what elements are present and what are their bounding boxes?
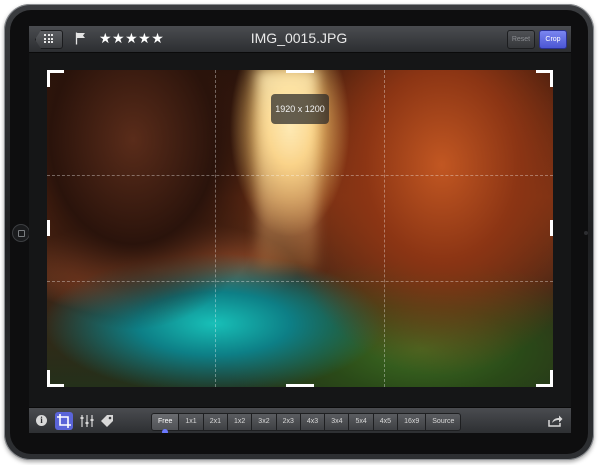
crop-grid-line — [47, 281, 553, 282]
ratio-button[interactable]: 3x4 — [325, 413, 350, 431]
crop-handle-right[interactable] — [550, 220, 553, 236]
ratio-button[interactable]: 1x1 — [179, 413, 204, 431]
crop-handle-top-right[interactable] — [536, 70, 553, 87]
crop-handle-bottom-right[interactable] — [536, 370, 553, 387]
crop-handle-bottom-left[interactable] — [47, 370, 64, 387]
crop-handle-left[interactable] — [47, 220, 50, 236]
image-title: IMG_0015.JPG — [250, 30, 348, 46]
ratio-button[interactable]: 4x5 — [373, 413, 399, 431]
photo-canvas[interactable]: 1920 x 1200 — [47, 70, 553, 387]
top-toolbar: ★★★★★ IMG_0015.JPG Reset Crop — [29, 26, 571, 53]
crop-handle-top[interactable] — [286, 70, 314, 73]
ratio-button[interactable]: 3x2 — [252, 413, 277, 431]
bottom-toolbar: i Free 1x1 2x1 1x2 3x2 2x3 4x3 3x4 5x4 4… — [29, 407, 571, 433]
crop-grid-line — [47, 175, 553, 176]
share-icon[interactable] — [547, 414, 563, 430]
ratio-button[interactable]: Free — [151, 413, 180, 433]
crop-handle-bottom[interactable] — [286, 384, 314, 387]
ratio-button[interactable]: 1x2 — [228, 413, 253, 431]
info-icon[interactable]: i — [36, 415, 47, 426]
crop-grid-line — [215, 70, 216, 387]
crop-icon[interactable] — [55, 412, 73, 430]
home-button[interactable] — [13, 225, 29, 241]
ratio-button[interactable]: 16x9 — [398, 413, 427, 431]
grid-icon — [44, 34, 53, 43]
crop-grid-line — [384, 70, 385, 387]
crop-handle-top-left[interactable] — [47, 70, 64, 87]
reset-button[interactable]: Reset — [507, 30, 535, 49]
ratio-button[interactable]: 5x4 — [349, 413, 374, 431]
app-screen: ★★★★★ IMG_0015.JPG Reset Crop 1920 x 120… — [29, 26, 571, 433]
selected-indicator — [162, 429, 169, 433]
aspect-ratio-segmented-control: Free 1x1 2x1 1x2 3x2 2x3 4x3 3x4 5x4 4x5… — [151, 413, 462, 433]
star-rating[interactable]: ★★★★★ — [99, 30, 164, 47]
ratio-button[interactable]: 2x1 — [203, 413, 228, 431]
crop-size-label: 1920 x 1200 — [271, 94, 329, 124]
crop-button[interactable]: Crop — [539, 30, 567, 49]
flag-icon[interactable] — [75, 32, 86, 50]
ratio-button[interactable]: 4x3 — [300, 413, 326, 431]
sliders-icon[interactable] — [79, 413, 95, 429]
tag-icon[interactable] — [99, 413, 115, 429]
ratio-button[interactable]: Source — [426, 413, 462, 431]
front-camera — [584, 231, 588, 235]
ratio-button[interactable]: 2x3 — [276, 413, 301, 431]
